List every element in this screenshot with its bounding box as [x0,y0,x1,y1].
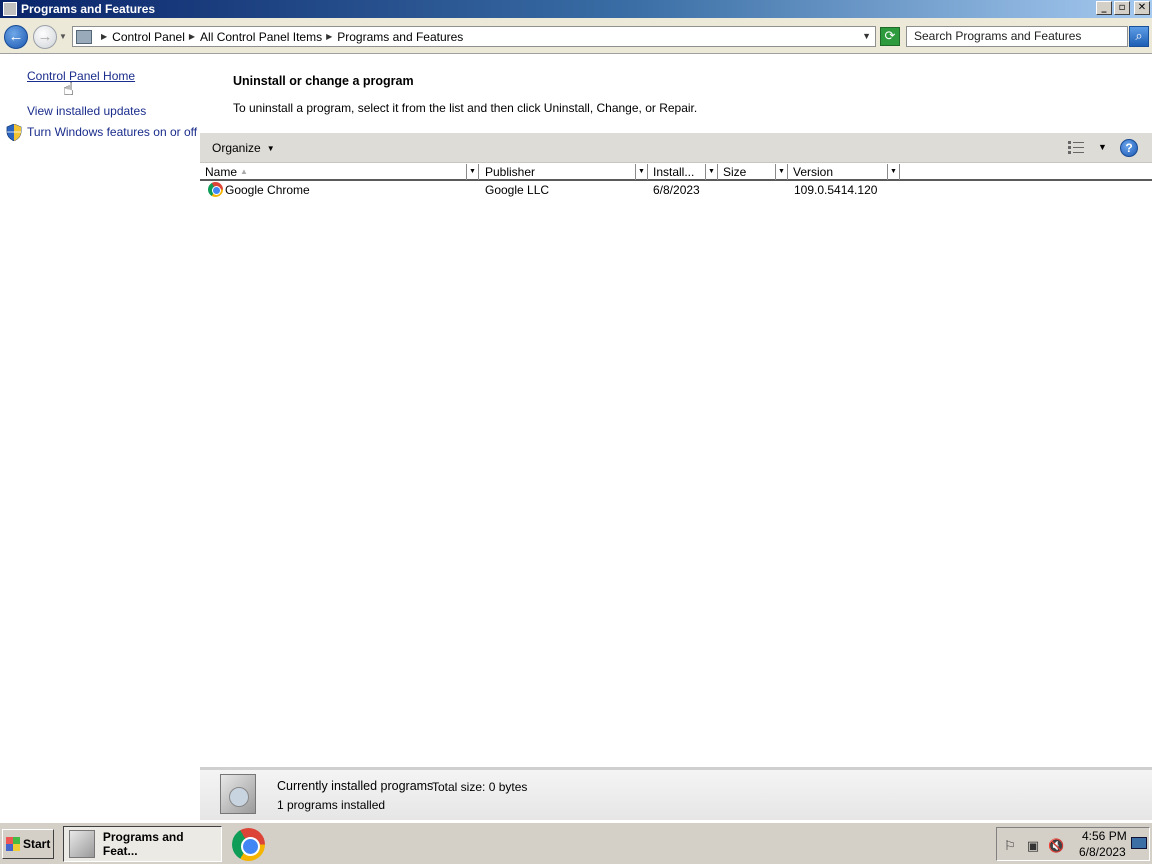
column-header-installed-on[interactable]: Install... ▼ [648,164,718,180]
column-filter-dropdown[interactable]: ▼ [705,164,717,180]
chrome-taskbar-icon[interactable] [232,828,265,861]
breadcrumb-programs-features[interactable]: Programs and Features [337,30,463,44]
organize-label: Organize [212,141,261,155]
breadcrumb-all-items[interactable]: All Control Panel Items [200,30,322,44]
breadcrumb-chevron-icon[interactable]: ▶ [189,32,195,41]
show-desktop-icon[interactable] [1131,837,1147,849]
address-box[interactable]: ▶ Control Panel ▶ All Control Panel Item… [72,26,876,47]
restore-button[interactable]: ▫ [1114,1,1130,15]
programs-features-icon [69,830,95,858]
column-filter-dropdown[interactable]: ▼ [466,164,478,180]
caption-buttons: _ ▫ ✕ [1096,1,1150,15]
column-label: Size [723,165,747,179]
list-header: Name ▲ ▼ Publisher ▼ Install... ▼ Size ▼… [200,164,1152,181]
installed-programs-icon [220,774,256,814]
view-details-icon[interactable] [1068,141,1084,154]
column-label: Version [793,165,834,179]
search-input[interactable]: Search Programs and Features [906,26,1128,47]
address-bar-area: ← → ▼ ▶ Control Panel ▶ All Control Pane… [0,18,1152,54]
column-filter-dropdown[interactable]: ▼ [887,164,899,180]
column-header-version[interactable]: Version ▼ [788,164,900,180]
breadcrumb-chevron-icon[interactable]: ▶ [101,32,107,41]
column-header-publisher[interactable]: Publisher ▼ [480,164,648,180]
breadcrumb-chevron-icon[interactable]: ▶ [326,32,332,41]
control-panel-home-link[interactable]: Control Panel Home [27,69,135,83]
table-row[interactable]: Google Chrome Google LLC 6/8/2023 109.0.… [200,181,1152,199]
taskbar-programs-features-button[interactable]: Programs and Feat... [63,826,222,862]
windows-features-link[interactable]: Turn Windows features on or off [27,125,197,139]
address-dropdown-icon[interactable]: ▼ [862,31,871,41]
start-label: Start [23,837,51,851]
column-label: Install... [653,165,695,179]
breadcrumb-control-panel[interactable]: Control Panel [112,30,185,44]
back-button[interactable]: ← [4,25,28,49]
command-bar: Organize ▼ ▼ ? [200,133,1152,163]
page-title: Uninstall or change a program [233,74,414,88]
help-icon[interactable]: ? [1120,139,1138,157]
chevron-down-icon: ▼ [266,144,275,153]
programs-features-icon [3,2,17,16]
close-button[interactable]: ✕ [1134,1,1150,15]
column-header-size[interactable]: Size ▼ [718,164,788,180]
window-titlebar[interactable]: Programs and Features _ ▫ ✕ [0,0,1152,18]
volume-muted-icon[interactable]: 🔇 [1048,838,1064,854]
windows-logo-icon [6,837,20,851]
search-icon[interactable]: ⌕ [1129,26,1149,47]
minimize-button[interactable]: _ [1096,1,1112,15]
shield-icon [6,124,22,141]
column-label: Name [205,165,238,179]
control-panel-icon [76,29,92,44]
column-label: Publisher [485,165,536,179]
network-icon[interactable]: ▣ [1025,838,1041,854]
details-pane: Currently installed programs Total size:… [200,767,1152,820]
column-filter-dropdown[interactable]: ▼ [775,164,787,180]
program-publisher: Google LLC [485,183,550,197]
taskbar: Start Programs and Feat... ⚐ ▣ 🔇 4:56 PM… [0,822,1152,864]
column-filter-dropdown[interactable]: ▼ [635,164,647,180]
start-button[interactable]: Start [2,829,54,859]
system-tray: ⚐ ▣ 🔇 [996,827,1150,861]
program-installed-on: 6/8/2023 [653,183,700,197]
program-name: Google Chrome [225,183,310,197]
organize-button[interactable]: Organize ▼ [212,141,275,155]
details-total-size: Total size: 0 bytes [432,780,528,794]
recent-pages-dropdown[interactable]: ▼ [59,32,67,41]
task-pane: Control Panel Home ☝ View installed upda… [0,55,199,820]
program-version: 109.0.5414.120 [794,183,878,197]
refresh-button[interactable]: ⟳ [880,27,900,46]
clock-date[interactable]: 6/8/2023 [1079,845,1126,859]
page-description: To uninstall a program, select it from t… [233,101,698,115]
chrome-icon [208,182,223,197]
view-options-dropdown-icon[interactable]: ▼ [1098,142,1107,152]
action-center-flag-icon[interactable]: ⚐ [1002,838,1018,854]
details-program-count: 1 programs installed [277,798,386,812]
forward-button[interactable]: → [33,25,57,49]
taskbar-button-label: Programs and Feat... [102,830,184,858]
details-title: Currently installed programs [277,779,434,793]
hand-cursor-icon: ☝ [63,79,74,99]
column-header-name[interactable]: Name ▲ ▼ [200,164,479,180]
sort-ascending-icon: ▲ [240,167,248,176]
window-title: Programs and Features [21,2,156,16]
clock-time[interactable]: 4:56 PM [1082,829,1127,843]
view-installed-updates-link[interactable]: View installed updates [27,104,146,118]
